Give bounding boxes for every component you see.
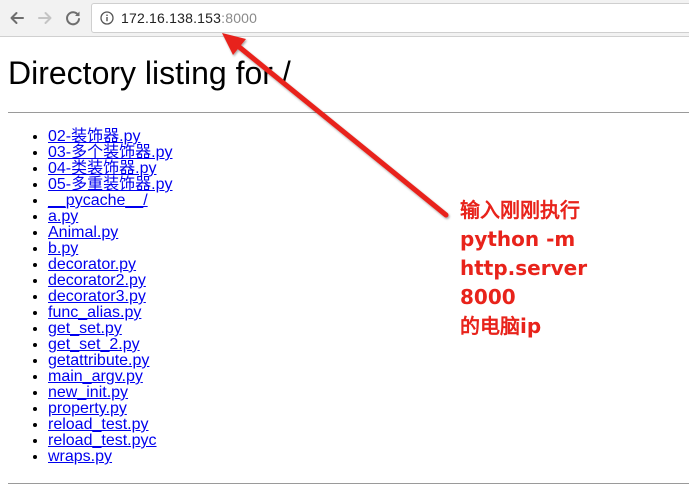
browser-toolbar: 172.16.138.153:8000 <box>0 0 689 37</box>
file-link[interactable]: property.py <box>48 400 127 417</box>
list-item: wraps.py <box>48 449 172 465</box>
list-item: getattribute.py <box>48 353 172 369</box>
file-link[interactable]: 05-多重装饰器.py <box>48 176 172 193</box>
file-link[interactable]: get_set_2.py <box>48 336 140 353</box>
divider-bottom <box>8 483 689 484</box>
file-link[interactable]: __pycache__/ <box>48 192 148 209</box>
back-button[interactable] <box>7 8 27 28</box>
arrow-left-icon <box>10 12 24 24</box>
arrow-right-icon <box>38 12 52 24</box>
file-link[interactable]: reload_test.pyc <box>48 432 157 449</box>
list-item: property.py <box>48 401 172 417</box>
list-item: __pycache__/ <box>48 193 172 209</box>
list-item: b.py <box>48 241 172 257</box>
forward-button[interactable] <box>35 8 55 28</box>
list-item: decorator3.py <box>48 289 172 305</box>
list-item: Animal.py <box>48 225 172 241</box>
file-link[interactable]: func_alias.py <box>48 304 141 321</box>
annotation-line: python -m <box>460 227 576 251</box>
list-item: func_alias.py <box>48 305 172 321</box>
annotation-text: 输入刚刚执行 python -m http.server 8000 的电脑ip <box>460 196 587 341</box>
list-item: main_argv.py <box>48 369 172 385</box>
file-link[interactable]: get_set.py <box>48 320 122 337</box>
info-icon[interactable] <box>100 11 114 25</box>
page-title: Directory listing for / <box>8 55 291 91</box>
divider-top <box>8 112 689 113</box>
list-item: reload_test.pyc <box>48 433 172 449</box>
file-link[interactable]: getattribute.py <box>48 352 149 369</box>
list-item: get_set_2.py <box>48 337 172 353</box>
list-item: 04-类装饰器.py <box>48 161 172 177</box>
file-link[interactable]: decorator3.py <box>48 288 146 305</box>
address-bar[interactable]: 172.16.138.153:8000 <box>91 3 689 33</box>
annotation-line: 的电脑ip <box>460 314 542 338</box>
file-link[interactable]: Animal.py <box>48 224 118 241</box>
list-item: 05-多重装饰器.py <box>48 177 172 193</box>
list-item: 02-装饰器.py <box>48 129 172 145</box>
reload-icon <box>66 11 80 26</box>
file-link[interactable]: b.py <box>48 240 78 257</box>
list-item: new_init.py <box>48 385 172 401</box>
file-link[interactable]: wraps.py <box>48 448 112 465</box>
file-link[interactable]: a.py <box>48 208 78 225</box>
file-link[interactable]: new_init.py <box>48 384 128 401</box>
annotation-line: 8000 <box>460 285 516 309</box>
list-item: reload_test.py <box>48 417 172 433</box>
annotation-line: http.server <box>460 256 588 280</box>
file-link[interactable]: decorator2.py <box>48 272 146 289</box>
file-link[interactable]: reload_test.py <box>48 416 149 433</box>
url-host: 172.16.138.153 <box>121 10 222 26</box>
list-item: get_set.py <box>48 321 172 337</box>
url-text[interactable]: 172.16.138.153:8000 <box>121 10 257 26</box>
list-item: 03-多个装饰器.py <box>48 145 172 161</box>
reload-button[interactable] <box>63 8 83 28</box>
annotation-line: 输入刚刚执行 <box>460 198 580 222</box>
file-link[interactable]: 02-装饰器.py <box>48 128 140 145</box>
file-link[interactable]: 04-类装饰器.py <box>48 160 156 177</box>
list-item: decorator.py <box>48 257 172 273</box>
file-link[interactable]: 03-多个装饰器.py <box>48 144 172 161</box>
url-port: :8000 <box>221 10 258 26</box>
file-link[interactable]: main_argv.py <box>48 368 143 385</box>
list-item: a.py <box>48 209 172 225</box>
file-link[interactable]: decorator.py <box>48 256 136 273</box>
list-item: decorator2.py <box>48 273 172 289</box>
file-list: 02-装饰器.py03-多个装饰器.py04-类装饰器.py05-多重装饰器.p… <box>8 129 172 465</box>
